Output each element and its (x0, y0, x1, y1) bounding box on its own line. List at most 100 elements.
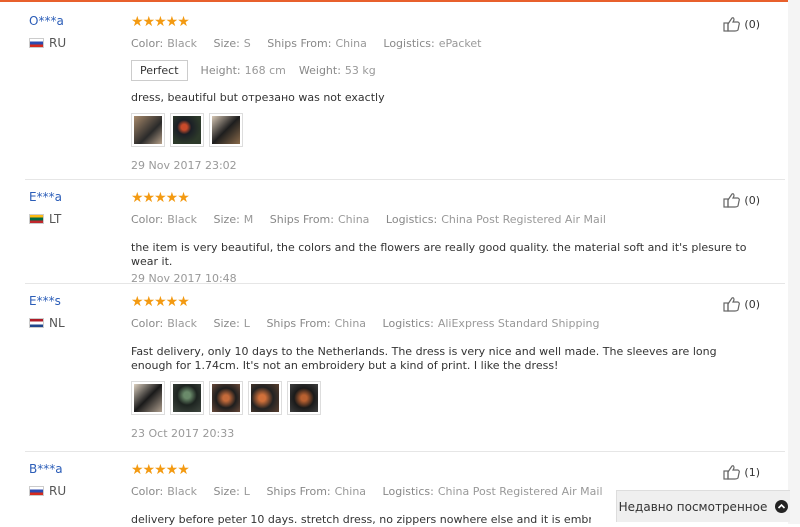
size-label: Size: (213, 317, 240, 330)
helpful-count: (0) (744, 297, 760, 311)
recently-viewed-label: Недавно посмотренное (618, 499, 768, 514)
color-value: Black (167, 317, 197, 330)
thumbs-up-icon (723, 17, 741, 32)
helpful-button[interactable]: (0) (723, 296, 760, 312)
review-date: 23 Oct 2017 20:33 (131, 427, 235, 440)
weight-value: 53 kg (344, 64, 376, 77)
size-label: Size: (213, 213, 240, 226)
review-photo[interactable] (248, 381, 282, 415)
reviewer-country: LT (29, 212, 61, 226)
review-text: Fast delivery, only 10 days to the Nethe… (131, 345, 717, 372)
helpful-button[interactable]: (0) (723, 16, 760, 32)
color-label: Color: (131, 317, 164, 330)
star-rating: ★★★★★ (131, 462, 190, 478)
review-content: ★★★★★ Color: Black Size: S Ships From: Chin… (131, 14, 751, 172)
logistics-label: Logistics: (382, 317, 434, 330)
review-content: ★★★★★ Color: Black Size: L Ships From: Chin… (131, 294, 751, 440)
review-photo[interactable] (170, 381, 204, 415)
review-item: E***s NL ★★★★★ Color: Black Size: L Ships … (25, 294, 785, 452)
reviewer-country: RU (29, 36, 66, 50)
logistics-value: China Post Registered Air Mail (437, 485, 603, 498)
size-value: L (243, 317, 250, 330)
weight-label: Weight: (298, 64, 341, 77)
review-date: 29 Nov 2017 10:48 (131, 272, 237, 285)
size-value: M (243, 213, 254, 226)
color-value: Black (167, 213, 197, 226)
review-photo[interactable] (209, 113, 243, 147)
logistics-label: Logistics: (383, 37, 435, 50)
color-value: Black (167, 485, 197, 498)
review-photo[interactable] (287, 381, 321, 415)
height-value: 168 cm (244, 64, 286, 77)
ships-from-value: China (334, 317, 367, 330)
review-photo[interactable] (209, 381, 243, 415)
top-accent-border (0, 0, 800, 2)
review-text: delivery before peter 10 days. stretch d… (131, 513, 591, 526)
review-photos (131, 113, 751, 147)
logistics-value: AliExpress Standard Shipping (437, 317, 600, 330)
reviewer-country: NL (29, 316, 65, 330)
star-rating: ★★★★★ (131, 294, 190, 310)
ships-from-value: China (335, 37, 367, 50)
review-item: E***a LT ★★★★★ Color: Black Size: M Ships … (25, 190, 785, 285)
thumbs-up-icon (723, 465, 741, 480)
ships-from-label: Ships From: (267, 37, 332, 50)
helpful-button[interactable]: (1) (723, 464, 760, 480)
fit-badge: Perfect (131, 60, 188, 81)
order-attributes: Color: Black Size: L Ships From: China Logi… (131, 317, 751, 330)
size-label: Size: (213, 37, 240, 50)
ships-from-value: China (334, 485, 367, 498)
star-rating: ★★★★★ (131, 190, 190, 206)
helpful-count: (0) (744, 17, 760, 31)
order-attributes: Color: Black Size: M Ships From: China Logi… (131, 213, 751, 226)
color-label: Color: (131, 485, 164, 498)
country-code: LT (49, 212, 62, 226)
reviewer-name[interactable]: B***a (29, 462, 63, 476)
size-label: Size: (213, 485, 240, 498)
ships-from-label: Ships From: (266, 485, 331, 498)
flag-icon (29, 318, 44, 328)
flag-icon (29, 38, 44, 48)
reviewer-name[interactable]: E***a (29, 190, 62, 204)
reviewer-name[interactable]: O***a (29, 14, 64, 28)
thumbs-up-icon (723, 193, 741, 208)
logistics-value: China Post Registered Air Mail (441, 213, 606, 226)
flag-icon (29, 486, 44, 496)
size-value: L (243, 485, 250, 498)
review-photo[interactable] (131, 113, 165, 147)
review-photo[interactable] (131, 381, 165, 415)
star-rating: ★★★★★ (131, 14, 190, 30)
review-item: O***a RU ★★★★★ Color: Black Size: S Ships … (25, 14, 785, 180)
country-code: RU (49, 484, 67, 498)
country-code: NL (49, 316, 65, 330)
size-value: S (243, 37, 251, 50)
scrollbar[interactable] (788, 0, 800, 524)
review-content: ★★★★★ Color: Black Size: M Ships From: Chin… (131, 190, 751, 285)
review-text: dress, beautiful but отрезано was not ex… (131, 91, 385, 104)
flag-icon (29, 214, 44, 224)
recently-viewed-button[interactable]: Недавно посмотренное (616, 490, 790, 522)
ships-from-label: Ships From: (266, 317, 331, 330)
logistics-label: Logistics: (385, 213, 438, 226)
color-value: Black (167, 37, 197, 50)
fit-info: Perfect Height: 168 cm Weight: 53 kg (131, 60, 751, 81)
color-label: Color: (131, 37, 164, 50)
logistics-label: Logistics: (382, 485, 434, 498)
reviewer-name[interactable]: E***s (29, 294, 61, 308)
ships-from-label: Ships From: (269, 213, 334, 226)
order-attributes: Color: Black Size: S Ships From: China Logi… (131, 37, 751, 50)
country-code: RU (49, 36, 67, 50)
chevron-up-icon (775, 500, 789, 513)
helpful-count: (1) (744, 465, 760, 479)
review-photos (131, 381, 751, 415)
review-date: 29 Nov 2017 23:02 (131, 159, 237, 172)
helpful-button[interactable]: (0) (723, 192, 760, 208)
color-label: Color: (131, 213, 164, 226)
ships-from-value: China (337, 213, 370, 226)
reviewer-country: RU (29, 484, 66, 498)
review-photo[interactable] (170, 113, 204, 147)
logistics-value: ePacket (438, 37, 482, 50)
helpful-count: (0) (744, 193, 760, 207)
height-label: Height: (200, 64, 241, 77)
thumbs-up-icon (723, 297, 741, 312)
